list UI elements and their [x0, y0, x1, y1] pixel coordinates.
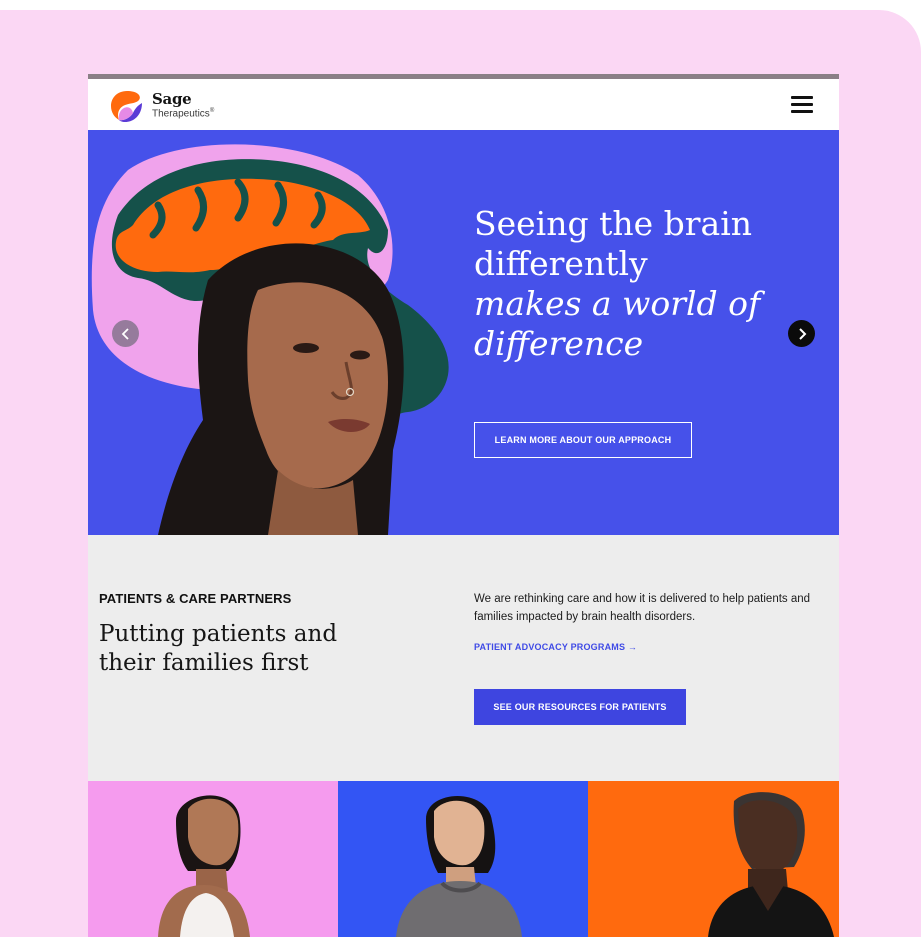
sage-logo[interactable]: Sage Therapeutics®	[108, 87, 214, 125]
sage-logo-icon	[111, 91, 142, 122]
hero-title-italic-line1: makes a world of	[474, 284, 761, 323]
learn-more-button[interactable]: LEARN MORE ABOUT OUR APPROACH	[474, 422, 692, 458]
person-tile-2[interactable]	[338, 781, 589, 937]
hero-carousel: Seeing the brain differently makes a wor…	[88, 130, 839, 535]
woman-portrait-2	[396, 796, 522, 937]
patient-resources-button[interactable]: SEE OUR RESOURCES FOR PATIENTS	[474, 689, 686, 725]
registered-mark: ®	[209, 108, 215, 115]
hero-headline: Seeing the brain differently makes a wor…	[474, 204, 764, 364]
hero-title-italic-line2: difference	[474, 324, 644, 363]
carousel-next-button[interactable]	[788, 320, 815, 347]
carousel-prev-button[interactable]	[112, 320, 139, 347]
chevron-left-icon	[121, 327, 129, 340]
menu-bar-top	[791, 96, 813, 99]
site-header: Sage Therapeutics®	[88, 79, 839, 130]
brand-subtitle-text: Therapeutics	[152, 108, 210, 120]
right-eye	[350, 350, 370, 360]
left-eye	[293, 343, 319, 353]
person-tile-3[interactable]	[588, 781, 839, 937]
chevron-right-icon	[798, 327, 806, 340]
patient-advocacy-link[interactable]: PATIENT ADVOCACY PROGRAMS →	[474, 642, 637, 652]
website-frame: Sage Therapeutics® Seeing the brain diff…	[88, 74, 839, 937]
section-kicker: PATIENTS & CARE PARTNERS	[99, 591, 292, 606]
menu-bar-bottom	[791, 110, 813, 113]
patients-section: PATIENTS & CARE PARTNERS Putting patient…	[88, 535, 839, 781]
hero-title-line1: Seeing the brain	[474, 204, 753, 243]
section-body-text: We are rethinking care and how it is del…	[474, 593, 811, 623]
woman-portrait-1	[158, 795, 250, 937]
menu-bar-middle	[791, 103, 813, 106]
section-heading: Putting patients and their families firs…	[99, 621, 338, 676]
man-portrait-3	[708, 792, 834, 937]
people-tiles	[88, 781, 839, 937]
hero-title-line2: differently	[474, 244, 648, 283]
brand-name: Sage	[152, 90, 192, 109]
hamburger-menu-icon[interactable]	[791, 96, 813, 114]
brand-subtitle: Therapeutics®	[152, 108, 214, 119]
hero-brain-portrait-illustration	[91, 144, 449, 535]
person-tile-1[interactable]	[88, 781, 339, 937]
